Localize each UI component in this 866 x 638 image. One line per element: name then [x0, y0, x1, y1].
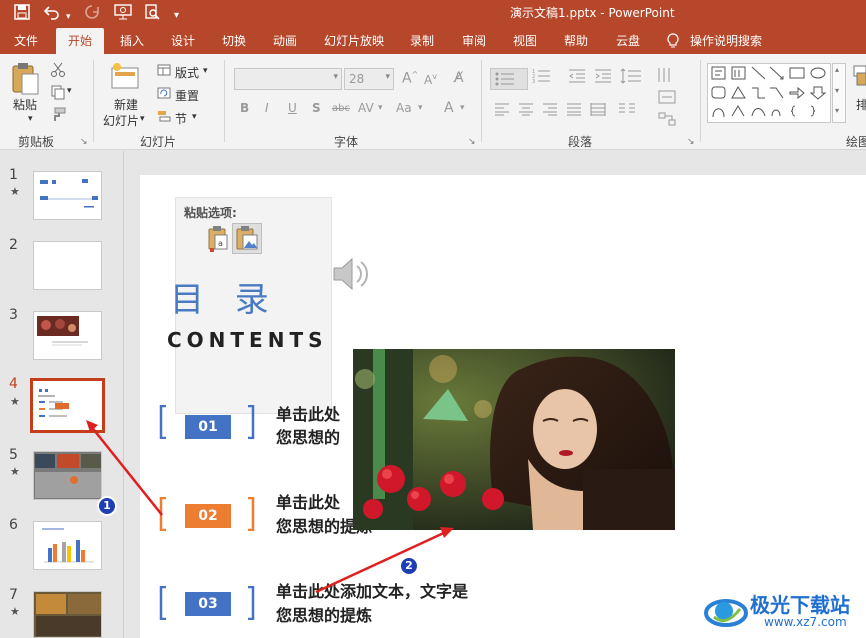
- watermark-name: 极光下载站: [750, 593, 850, 617]
- annotation-arrows: [86, 420, 454, 594]
- watermark-logo-icon: [704, 599, 748, 627]
- annotation-badge-2: 2: [399, 556, 419, 576]
- watermark-url: www.xz7.com: [764, 615, 847, 629]
- watermark: 极光下载站 www.xz7.com: [700, 585, 866, 638]
- annotation-badge-1: 1: [97, 496, 117, 516]
